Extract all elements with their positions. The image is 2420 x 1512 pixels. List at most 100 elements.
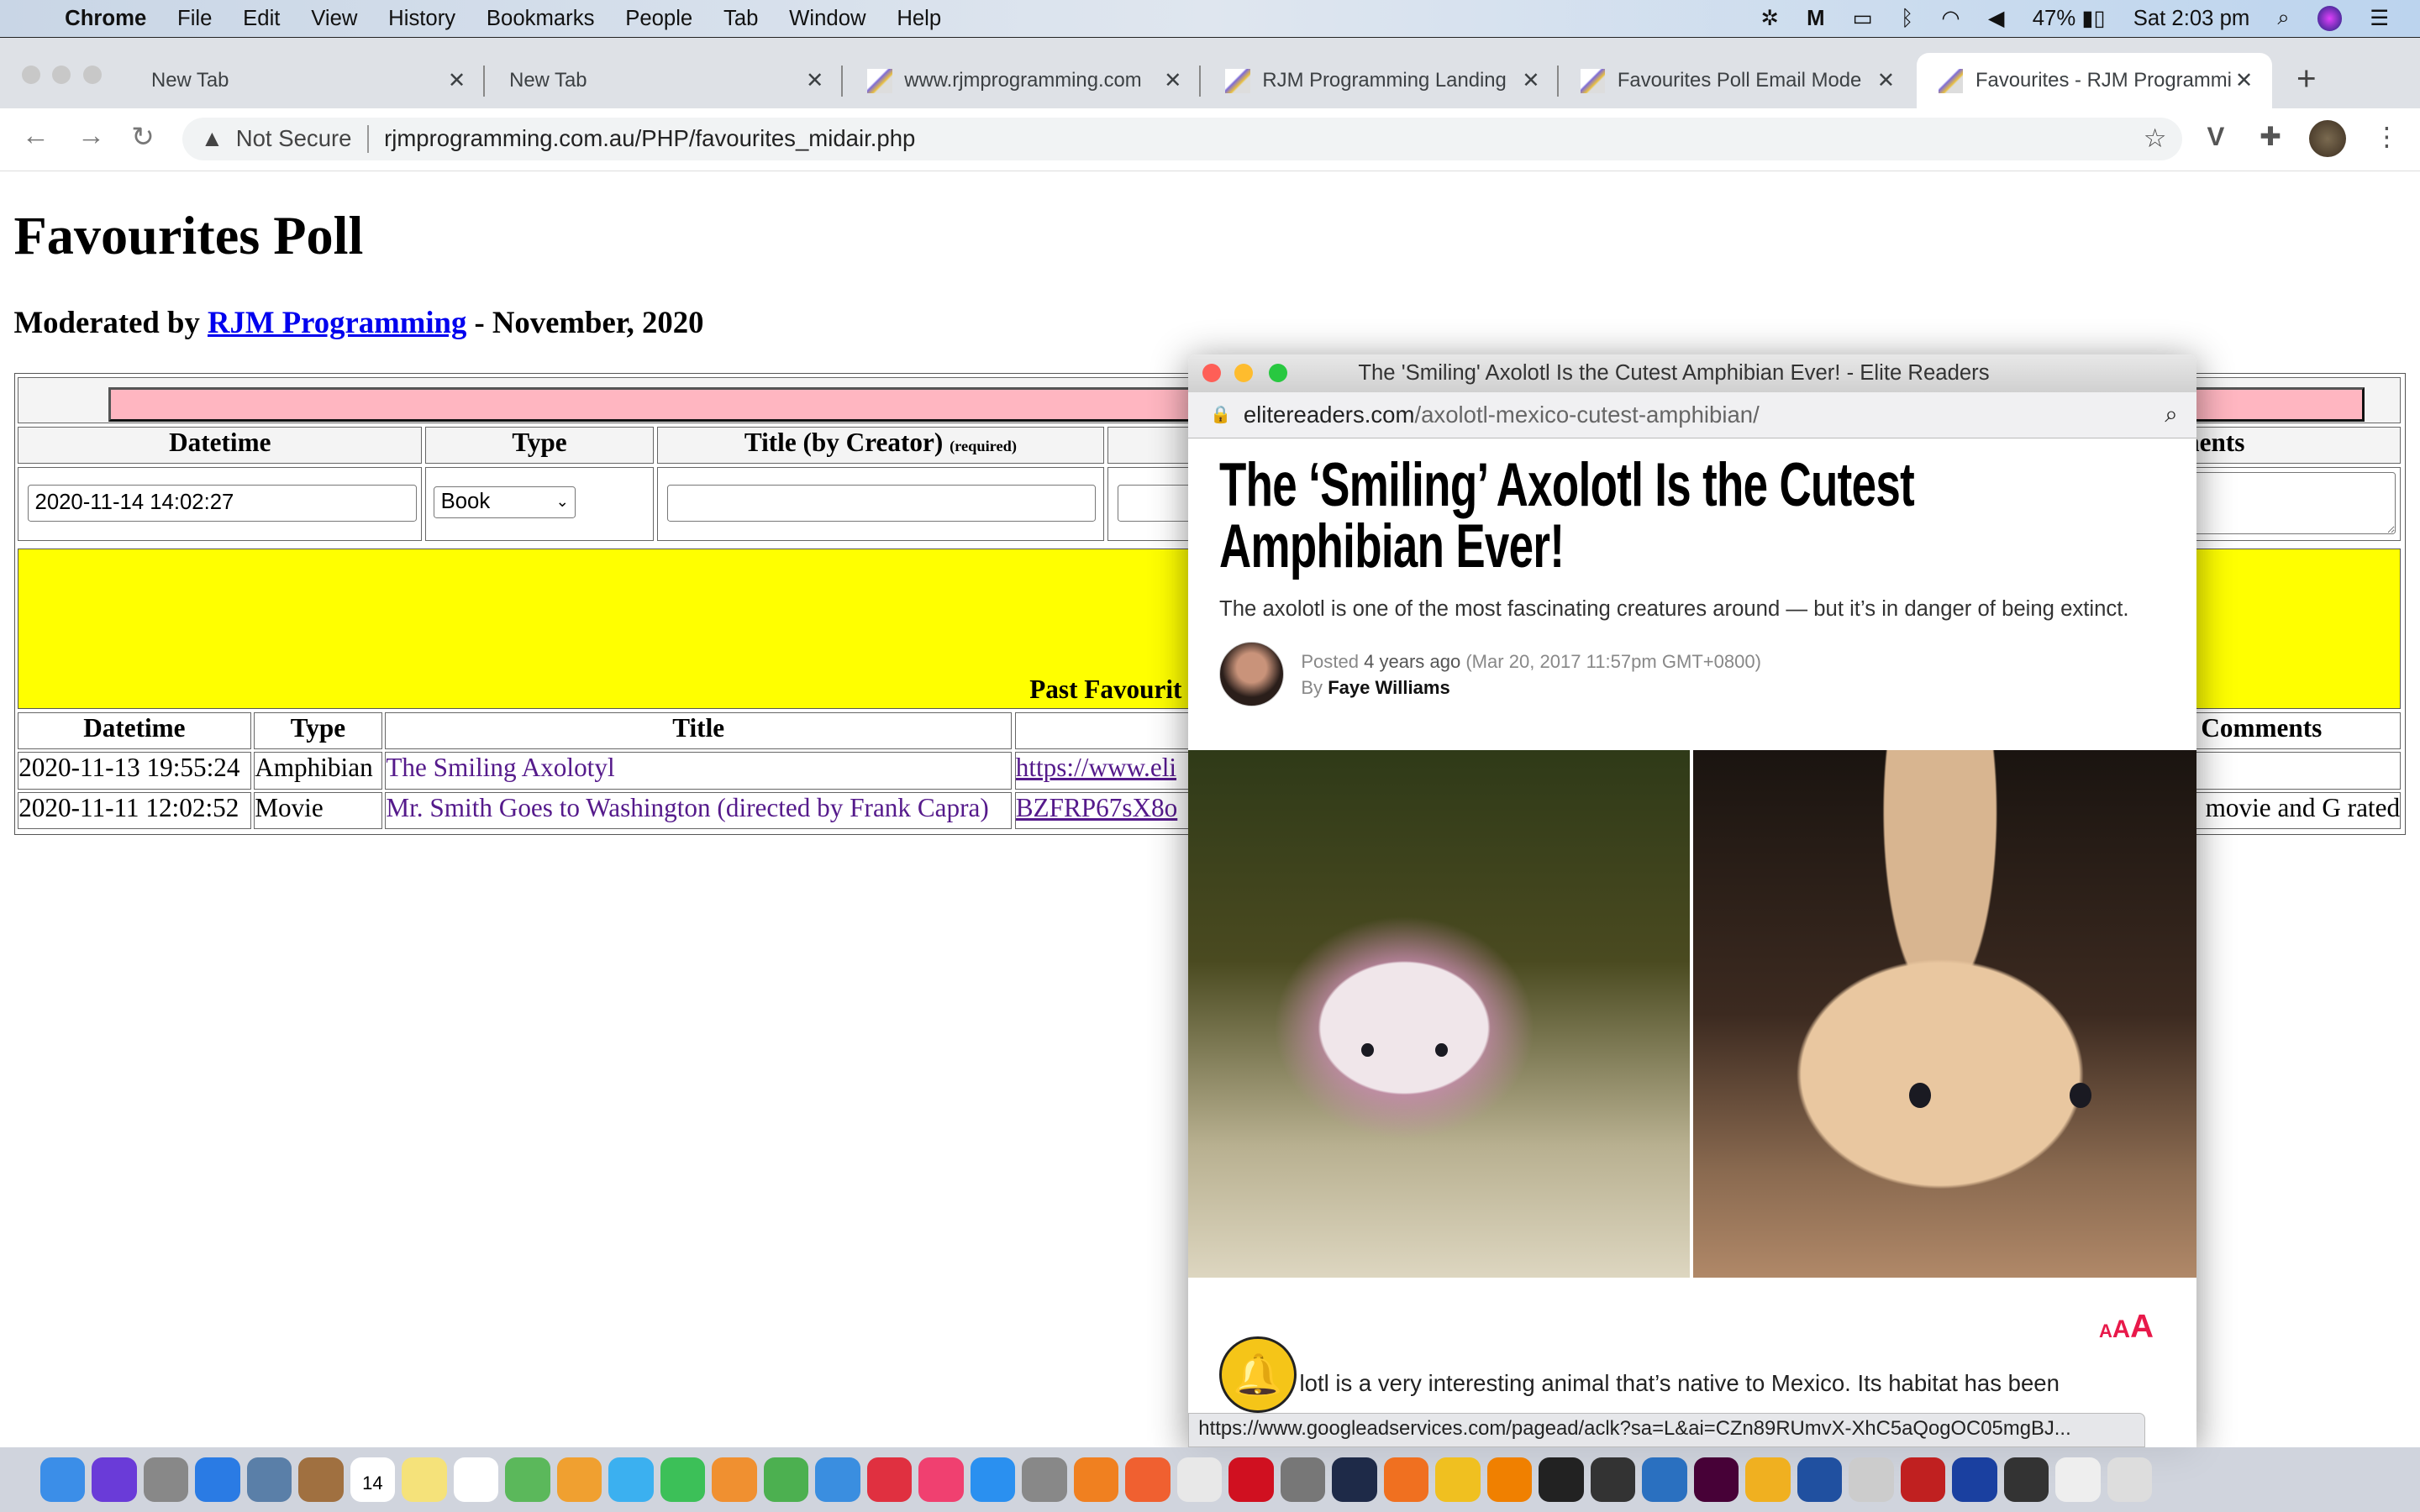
reminders-icon[interactable] [453, 1457, 498, 1503]
notification-center-icon[interactable]: ☰ [2370, 6, 2389, 31]
gimp-icon[interactable] [1280, 1457, 1325, 1503]
address-bar[interactable]: ▲ Not Secure rjmprogramming.com.au/PHP/f… [182, 117, 2183, 160]
close-tab-icon[interactable]: ✕ [1160, 68, 1185, 93]
close-tab-icon[interactable]: ✕ [802, 68, 827, 93]
facetime-icon[interactable] [660, 1457, 705, 1503]
row1-link[interactable]: https://www.eli [1016, 753, 1176, 782]
trash-icon[interactable] [2107, 1457, 2152, 1503]
siri-icon[interactable] [92, 1457, 137, 1503]
clock[interactable]: Sat 2:03 pm [2133, 7, 2250, 31]
battery-status[interactable]: 47% ▮▯ [2033, 6, 2106, 31]
vue-devtools-icon[interactable]: V [2207, 122, 2225, 152]
menu-app-chrome[interactable]: Chrome [65, 7, 146, 31]
popup-minimize-button[interactable] [1234, 364, 1254, 383]
author-avatar[interactable] [1219, 642, 1285, 707]
bluetooth-icon[interactable]: ᛒ [1901, 7, 1913, 31]
close-tab-icon[interactable]: ✕ [1518, 68, 1543, 93]
keynote-icon[interactable] [815, 1457, 860, 1503]
coda-icon[interactable] [1435, 1457, 1481, 1503]
menu-people[interactable]: People [625, 7, 692, 31]
photoshop-icon[interactable] [1332, 1457, 1377, 1503]
kodak-icon[interactable] [1745, 1457, 1791, 1503]
type-select[interactable]: Book ⌄ [434, 486, 576, 519]
font-small-icon[interactable]: A [2099, 1320, 2112, 1341]
menu-file[interactable]: File [177, 7, 212, 31]
safari-icon[interactable] [195, 1457, 240, 1503]
menu-edit[interactable]: Edit [243, 7, 280, 31]
url-text[interactable]: rjmprogramming.com.au/PHP/favourites_mid… [384, 125, 915, 152]
font-size-control[interactable]: AAA [2099, 1309, 2154, 1346]
notes-book-icon[interactable] [298, 1457, 344, 1503]
textedit-icon[interactable] [2055, 1457, 2101, 1503]
title-input[interactable] [666, 484, 1097, 522]
bookmark-star-icon[interactable]: ☆ [2144, 123, 2167, 154]
menu-history[interactable]: History [388, 7, 455, 31]
tab-rjm-landing[interactable]: RJM Programming Landing ✕ [1204, 53, 1560, 108]
popup-close-button[interactable] [1202, 364, 1221, 383]
opera-icon[interactable] [1228, 1457, 1274, 1503]
finder-icon[interactable] [39, 1457, 85, 1503]
terminal-icon[interactable] [1539, 1457, 1584, 1503]
datetime-input[interactable] [28, 484, 418, 522]
menu-view[interactable]: View [311, 7, 357, 31]
rjm-programming-link[interactable]: RJM Programming [208, 305, 466, 339]
menu-window[interactable]: Window [789, 7, 865, 31]
siri-icon[interactable] [2317, 6, 2343, 31]
chrome-icon[interactable] [1176, 1457, 1222, 1503]
volume-icon[interactable]: ◀ [1988, 6, 2005, 31]
close-tab-icon[interactable]: ✕ [445, 68, 469, 93]
profile-avatar[interactable] [2308, 120, 2346, 158]
window-close-button[interactable] [21, 66, 40, 85]
messages-icon[interactable] [608, 1457, 654, 1503]
zoom-out-icon[interactable]: ⌕ [2165, 401, 2177, 428]
firefox-icon[interactable] [1125, 1457, 1171, 1503]
airplay-icon[interactable]: ▭ [1853, 6, 1873, 31]
reload-icon[interactable]: ↻ [131, 120, 155, 154]
comments-textarea[interactable] [2185, 472, 2396, 534]
music-icon[interactable] [918, 1457, 964, 1503]
wifi-icon[interactable]: ◠ [1941, 6, 1960, 31]
not-secure-label[interactable]: Not Secure [236, 125, 352, 152]
tab-new-tab-2[interactable]: New Tab ✕ [487, 53, 843, 108]
window-zoom-button[interactable] [83, 66, 103, 85]
new-tab-plus-icon[interactable]: + [2296, 59, 2317, 98]
tab-rjmprogramming[interactable]: www.rjmprogramming.com ✕ [846, 53, 1201, 108]
forward-arrow-icon[interactable]: → [77, 120, 105, 152]
close-tab-icon[interactable]: ✕ [2232, 68, 2256, 93]
photos-icon[interactable] [556, 1457, 602, 1503]
row2-link[interactable]: BZFRP67sX8o [1016, 793, 1178, 822]
font-medium-icon[interactable]: A [2112, 1315, 2130, 1343]
font-icon[interactable] [2003, 1457, 2049, 1503]
avast-icon[interactable]: ✲ [1761, 6, 1780, 31]
maps-icon[interactable] [505, 1457, 550, 1503]
audacity-icon[interactable] [1952, 1457, 1997, 1503]
vlc-icon[interactable] [1486, 1457, 1532, 1503]
inkscape-icon[interactable] [1590, 1457, 1635, 1503]
popup-titlebar[interactable]: The 'Smiling' Axolotl Is the Cutest Amph… [1188, 354, 2196, 392]
notification-bell-icon[interactable]: 🔔 [1219, 1336, 1297, 1414]
pages-icon[interactable] [712, 1457, 757, 1503]
preview-icon[interactable] [246, 1457, 292, 1503]
notes-icon[interactable] [402, 1457, 447, 1503]
spotlight-search-icon[interactable]: ⌕ [2277, 6, 2289, 31]
popup-zoom-button[interactable] [1268, 364, 1287, 383]
author-name[interactable]: Faye Williams [1328, 677, 1450, 698]
app-store-icon[interactable] [970, 1457, 1015, 1503]
system-preferences-icon[interactable] [1022, 1457, 1067, 1503]
font-large-icon[interactable]: A [2130, 1309, 2154, 1345]
tab-favourites-email[interactable]: Favourites Poll Email Mode ✕ [1559, 53, 1913, 108]
calendar-icon[interactable]: 14 [350, 1457, 395, 1503]
news-icon[interactable] [866, 1457, 912, 1503]
filezilla-icon[interactable] [1900, 1457, 1945, 1503]
malwarebytes-icon[interactable]: M [1807, 7, 1824, 31]
tab-favourites-active[interactable]: Favourites - RJM Programming ✕ [1917, 53, 2272, 109]
extensions-puzzle-icon[interactable]: ✚ [2260, 122, 2281, 152]
back-arrow-icon[interactable]: ← [22, 120, 50, 152]
menu-bookmarks[interactable]: Bookmarks [487, 7, 595, 31]
xd-icon[interactable] [1693, 1457, 1739, 1503]
warning-icon[interactable]: ▲ [201, 125, 224, 152]
window-minimize-button[interactable] [52, 66, 71, 85]
launchpad-icon[interactable] [143, 1457, 188, 1503]
more-menu-icon[interactable]: ⋮ [2374, 122, 2400, 152]
numbers-icon[interactable] [763, 1457, 808, 1503]
